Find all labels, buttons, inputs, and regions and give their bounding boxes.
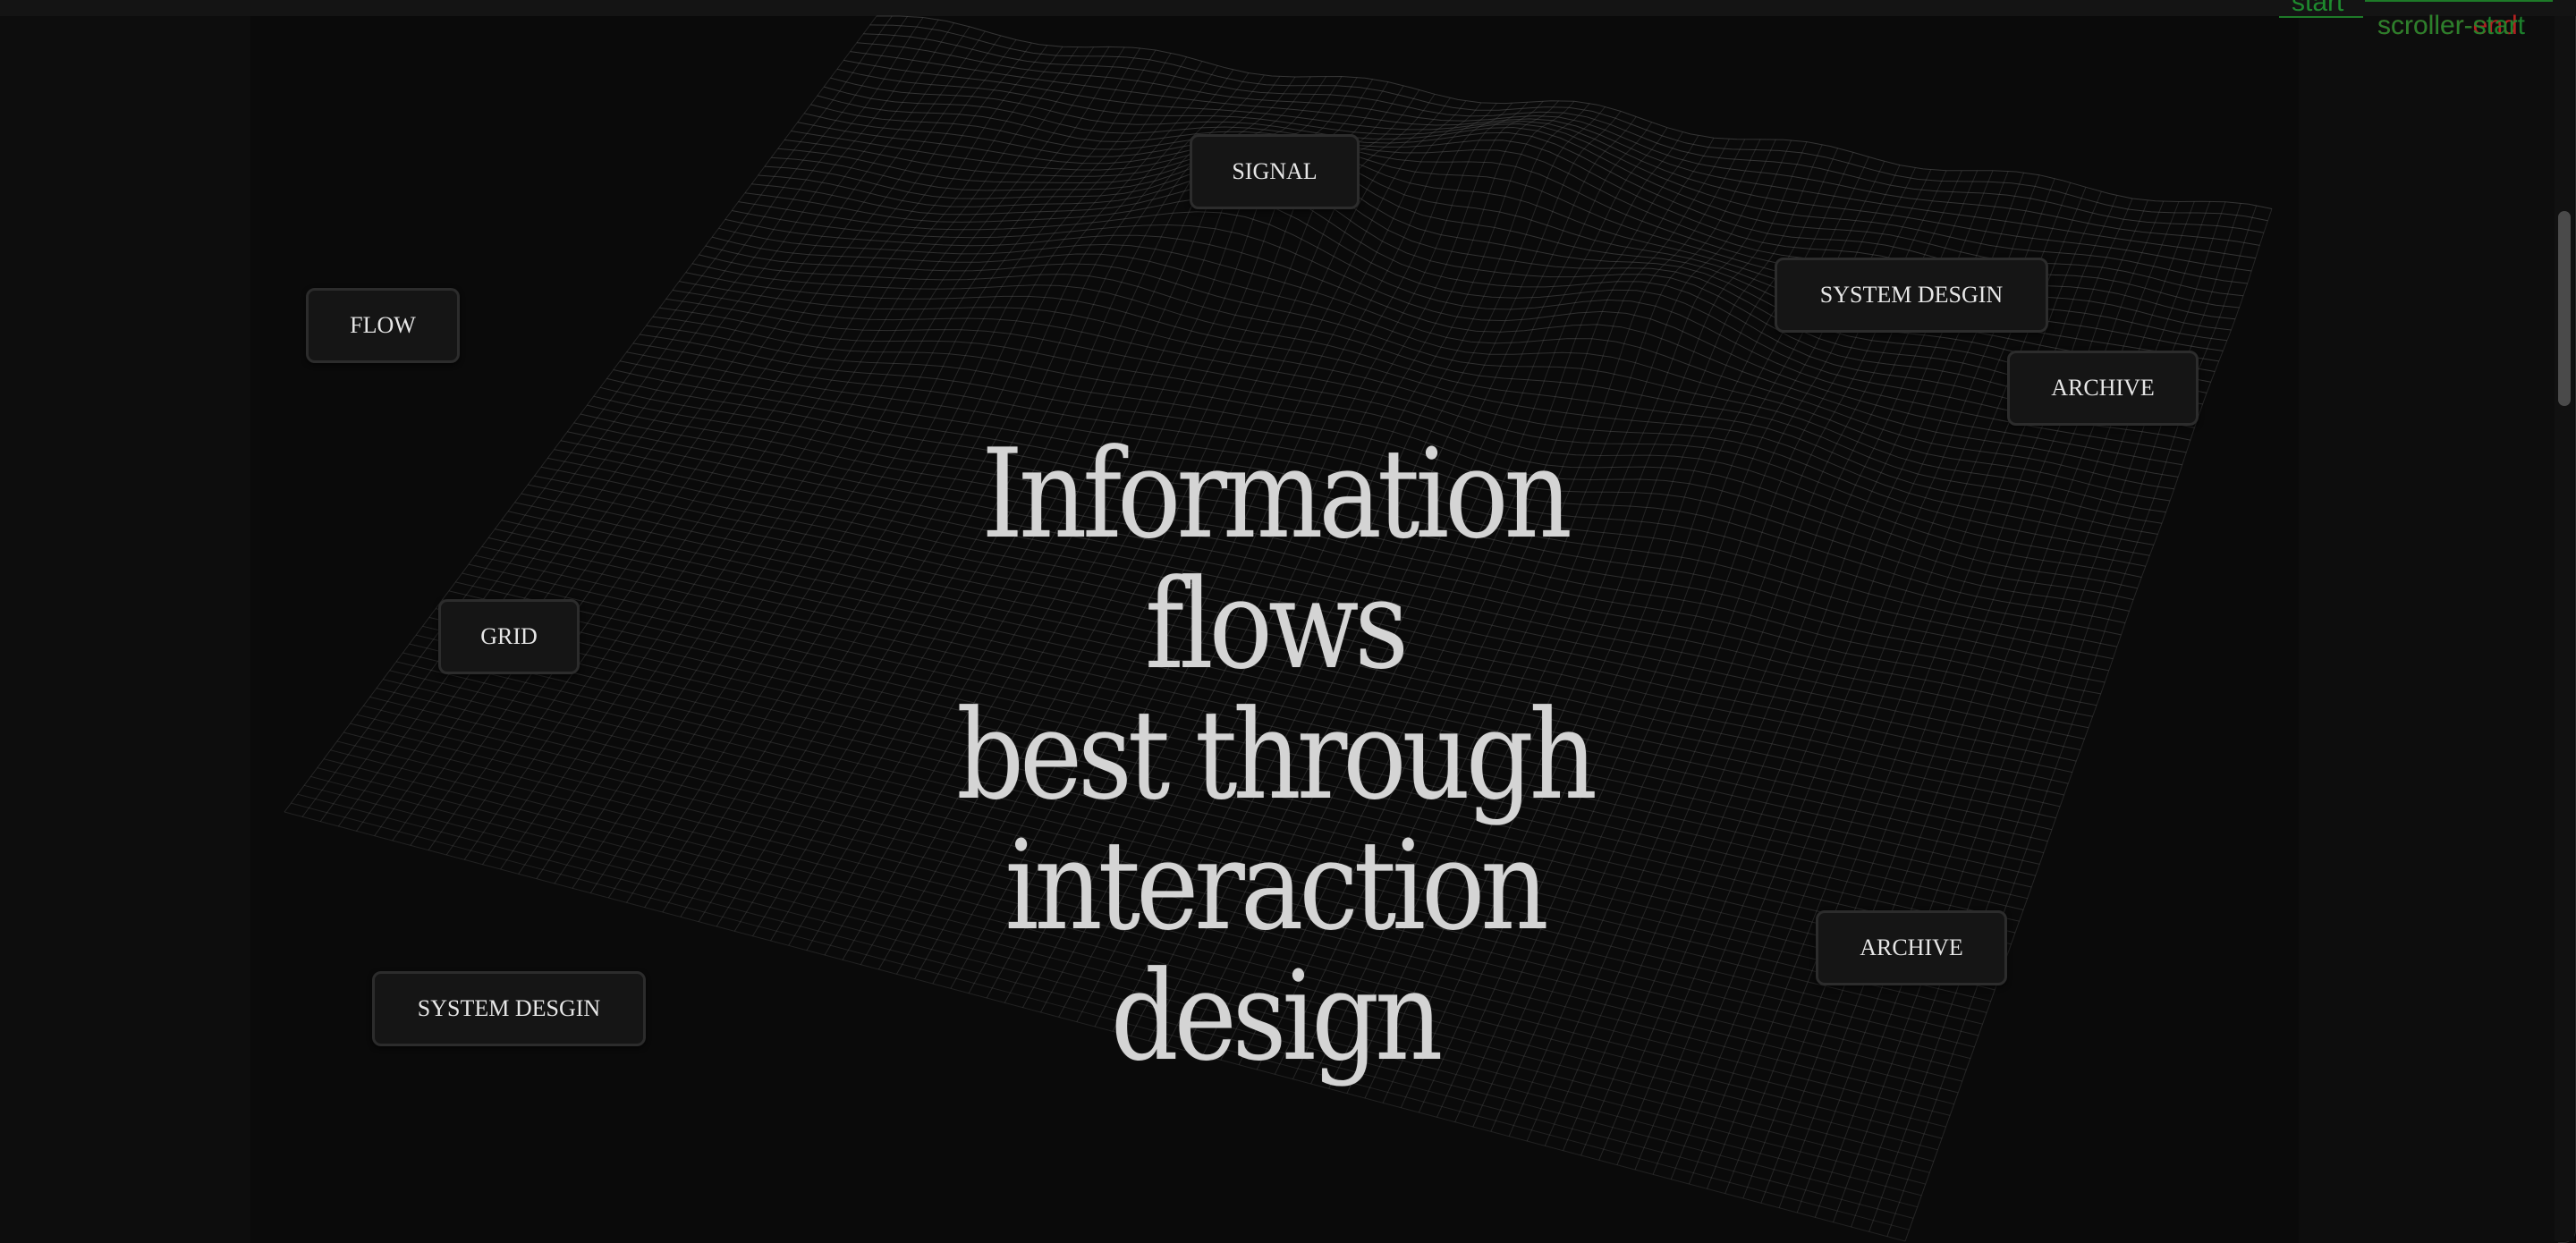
tag-archive-bottom[interactable]: ARCHIVE: [1816, 910, 2007, 985]
tag-signal[interactable]: SIGNAL: [1190, 134, 1360, 209]
scrollbar-thumb[interactable]: [2558, 211, 2571, 406]
tag-grid[interactable]: GRID: [438, 599, 580, 674]
mesh-line: [284, 15, 877, 813]
headline-line-3: interaction design: [1004, 814, 1548, 1088]
mesh-line: [856, 42, 2260, 246]
scroller-start-label: scroller-start: [2377, 11, 2526, 40]
mesh-line: [843, 59, 2252, 272]
mesh-line: [869, 24, 2268, 222]
mesh-line: [877, 15, 2273, 209]
hero-headline: Information flows best through interacti…: [840, 429, 1709, 1082]
mesh-line: [784, 139, 2216, 372]
mesh-line: [1742, 198, 2133, 1199]
tag-archive-top[interactable]: ARCHIVE: [2007, 351, 2199, 426]
mesh-line: [319, 15, 909, 822]
headline-line-1: Information flows: [981, 422, 1572, 697]
tag-flow[interactable]: FLOW: [306, 288, 460, 363]
mesh-line: [1707, 191, 2102, 1189]
scrollbar-track[interactable]: [2555, 16, 2574, 1241]
headline-line-2: best through: [956, 683, 1597, 827]
tag-system-design-bottom[interactable]: SYSTEM DESGIN: [372, 971, 646, 1046]
scroller-marker-line: [2365, 0, 2553, 2]
start-marker-label: start: [2292, 0, 2344, 17]
tag-system-design-top[interactable]: SYSTEM DESGIN: [1775, 258, 2048, 333]
mesh-line: [1688, 187, 2087, 1185]
mesh-line: [337, 17, 924, 827]
